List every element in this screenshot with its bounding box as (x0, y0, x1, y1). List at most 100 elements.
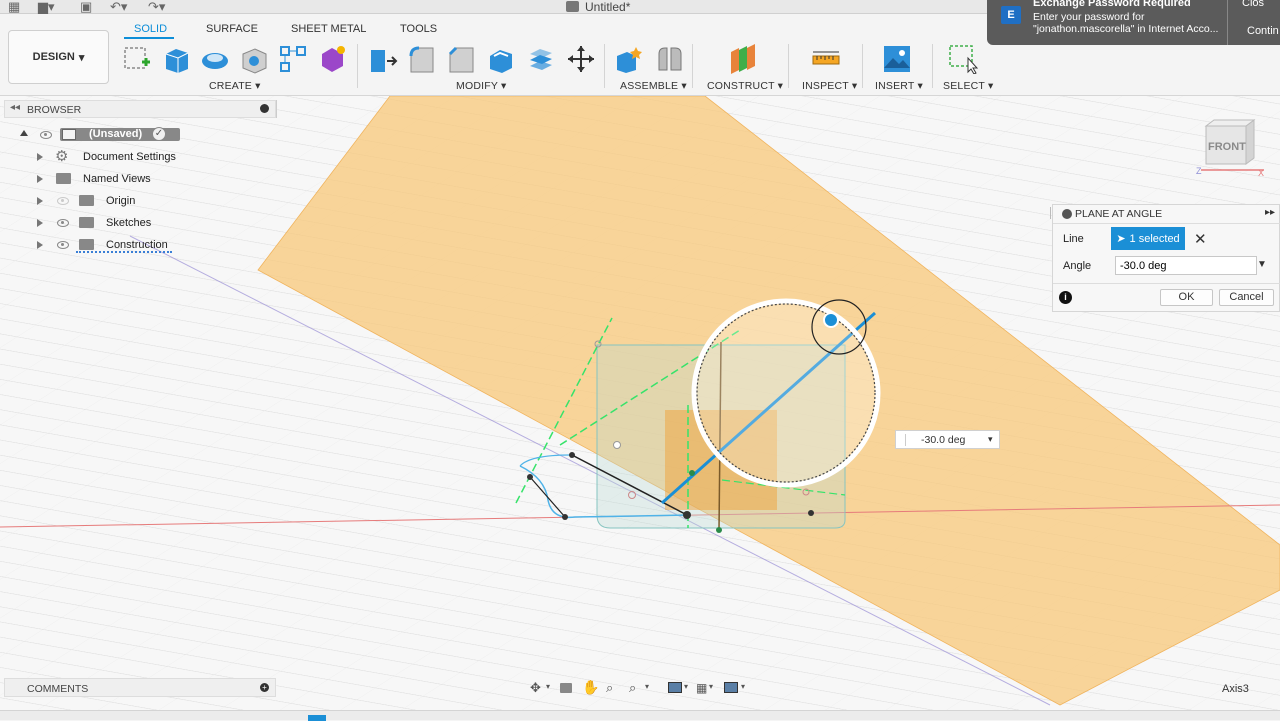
browser-title: BROWSER (27, 104, 82, 116)
comments-title: COMMENTS (27, 683, 89, 695)
pan-hand-icon[interactable]: ✋ (582, 679, 599, 696)
workspace-label: DESIGN (32, 51, 75, 63)
create-menu[interactable]: CREATE ▾ (209, 80, 261, 92)
browser-header[interactable]: ◂◂ BROWSER (4, 100, 276, 118)
zoom-dropdown-icon[interactable]: ▾ (645, 682, 649, 691)
close-notification-button[interactable]: Clos (1242, 0, 1264, 9)
visibility-eye-icon[interactable] (57, 241, 69, 249)
continue-notification-button[interactable]: Contin (1247, 25, 1279, 37)
collapse-dialog-icon[interactable] (1062, 209, 1072, 219)
cancel-button[interactable]: Cancel (1219, 289, 1274, 306)
grid-dropdown-icon[interactable]: ▾ (709, 682, 713, 691)
display-dropdown-icon[interactable]: ▾ (684, 682, 688, 691)
viewports-icon[interactable] (724, 682, 738, 693)
floating-angle-input[interactable]: -30.0 deg ▾ (895, 430, 1000, 449)
assemble-menu[interactable]: ASSEMBLE ▾ (620, 80, 687, 92)
create-sketch-icon[interactable] (122, 44, 152, 74)
look-at-icon[interactable] (560, 683, 572, 693)
info-icon[interactable]: i (1059, 291, 1072, 304)
document-title: Untitled* (585, 0, 631, 14)
toolbar-separator (932, 44, 933, 88)
tree-root-unsaved[interactable]: (Unsaved) ✓ (0, 126, 276, 144)
expand-arrow-icon[interactable] (37, 175, 43, 183)
tab-solid[interactable]: SOLID (134, 23, 167, 35)
select-menu[interactable]: SELECT ▾ (943, 80, 993, 92)
svg-text:X: X (1258, 168, 1264, 178)
revolve-icon[interactable] (200, 44, 230, 74)
browser-panel: ◂◂ BROWSER (Unsaved) ✓ ⚙ Document Settin… (0, 100, 277, 260)
grid-icon[interactable]: ▦ (8, 0, 20, 15)
angle-dropdown-icon[interactable]: ▼ (1257, 259, 1267, 270)
add-comment-icon[interactable]: + (260, 683, 269, 692)
insert-menu[interactable]: INSERT ▾ (875, 80, 923, 92)
dialog-grip[interactable] (1050, 207, 1053, 219)
visibility-eye-icon[interactable] (40, 131, 52, 139)
dropdown-arrow-icon[interactable]: ▾ (988, 434, 993, 445)
fillet-icon[interactable] (407, 44, 437, 74)
expand-arrow-icon[interactable] (37, 241, 43, 249)
selection-status-label: Axis3 (1222, 683, 1249, 695)
expand-arrow-icon[interactable] (20, 130, 28, 136)
tree-item-sketches[interactable]: Sketches (0, 214, 276, 232)
shell-icon[interactable] (486, 44, 516, 74)
insert-image-icon[interactable] (882, 44, 912, 74)
orbit-icon[interactable]: ✥ (530, 680, 541, 696)
panel-resize-handle[interactable] (276, 100, 280, 118)
redo-icon[interactable]: ↷▾ (148, 0, 165, 15)
viewports-dropdown-icon[interactable]: ▾ (741, 682, 745, 691)
file-icon[interactable]: ▆▾ (38, 0, 55, 15)
tab-surface[interactable]: SURFACE (206, 23, 258, 35)
display-settings-icon[interactable] (668, 682, 682, 693)
timeline-marker[interactable] (308, 715, 326, 721)
expand-arrow-icon[interactable] (37, 197, 43, 205)
clear-selection-icon[interactable]: ✕ (1194, 230, 1207, 248)
visibility-hidden-icon[interactable] (57, 197, 69, 205)
measure-icon[interactable] (811, 44, 841, 74)
pin-icon[interactable] (260, 104, 269, 113)
rotation-handle (823, 312, 839, 328)
extrude-icon[interactable] (161, 44, 191, 74)
hole-icon[interactable] (239, 44, 269, 74)
chamfer-icon[interactable] (446, 44, 476, 74)
tree-item-origin[interactable]: Origin (0, 192, 276, 210)
grid-settings-icon[interactable]: ▦ (696, 681, 707, 695)
tree-item-named-views[interactable]: Named Views (0, 170, 276, 188)
angle-input[interactable] (1115, 256, 1257, 275)
construct-menu[interactable]: CONSTRUCT ▾ (707, 80, 783, 92)
new-component-icon[interactable] (614, 44, 644, 74)
tree-item-label: Construction (106, 239, 168, 251)
save-icon[interactable]: ▣ (80, 0, 92, 15)
collapse-panel-icon[interactable]: ◂◂ (10, 102, 20, 113)
comments-panel[interactable]: COMMENTS + (4, 678, 276, 697)
inspect-menu[interactable]: INSPECT ▾ (802, 80, 857, 92)
tab-sheet-metal[interactable]: SHEET METAL (291, 23, 366, 35)
password-notification[interactable]: E Exchange Password Required Enter your … (987, 0, 1280, 45)
timeline[interactable] (0, 710, 1280, 721)
expand-arrow-icon[interactable] (37, 219, 43, 227)
view-cube[interactable]: FRONT Z X (1196, 118, 1268, 178)
zoom-icon[interactable]: ⌕ (606, 680, 613, 696)
move-icon[interactable] (566, 44, 596, 74)
form-icon[interactable] (317, 44, 347, 74)
expand-arrow-icon[interactable] (37, 153, 43, 161)
visibility-eye-icon[interactable] (57, 219, 69, 227)
press-pull-icon[interactable] (368, 44, 398, 74)
offset-plane-icon[interactable] (728, 44, 758, 74)
combine-icon[interactable] (526, 44, 556, 74)
orbit-dropdown-icon[interactable]: ▾ (546, 682, 550, 691)
outlook-icon: E (1001, 6, 1021, 24)
zoom-window-icon[interactable]: ⌕ (629, 680, 636, 696)
undo-icon[interactable]: ↶▾ (110, 0, 127, 15)
modify-menu[interactable]: MODIFY ▾ (456, 80, 506, 92)
workspace-switcher-button[interactable]: DESIGN ▾ (8, 30, 109, 84)
joint-icon[interactable] (654, 44, 684, 74)
tree-item-construction[interactable]: Construction (0, 236, 276, 254)
line-selection-button[interactable]: ➤ 1 selected (1111, 227, 1185, 250)
tab-tools[interactable]: TOOLS (400, 23, 437, 35)
window-select-icon[interactable] (948, 44, 978, 74)
cursor-arrow-icon: ➤ (1116, 233, 1126, 245)
expand-dialog-icon[interactable]: ▸▸ (1265, 207, 1275, 218)
ok-button[interactable]: OK (1160, 289, 1213, 306)
tree-item-document-settings[interactable]: ⚙ Document Settings (0, 148, 276, 166)
pattern-icon[interactable] (278, 44, 308, 74)
